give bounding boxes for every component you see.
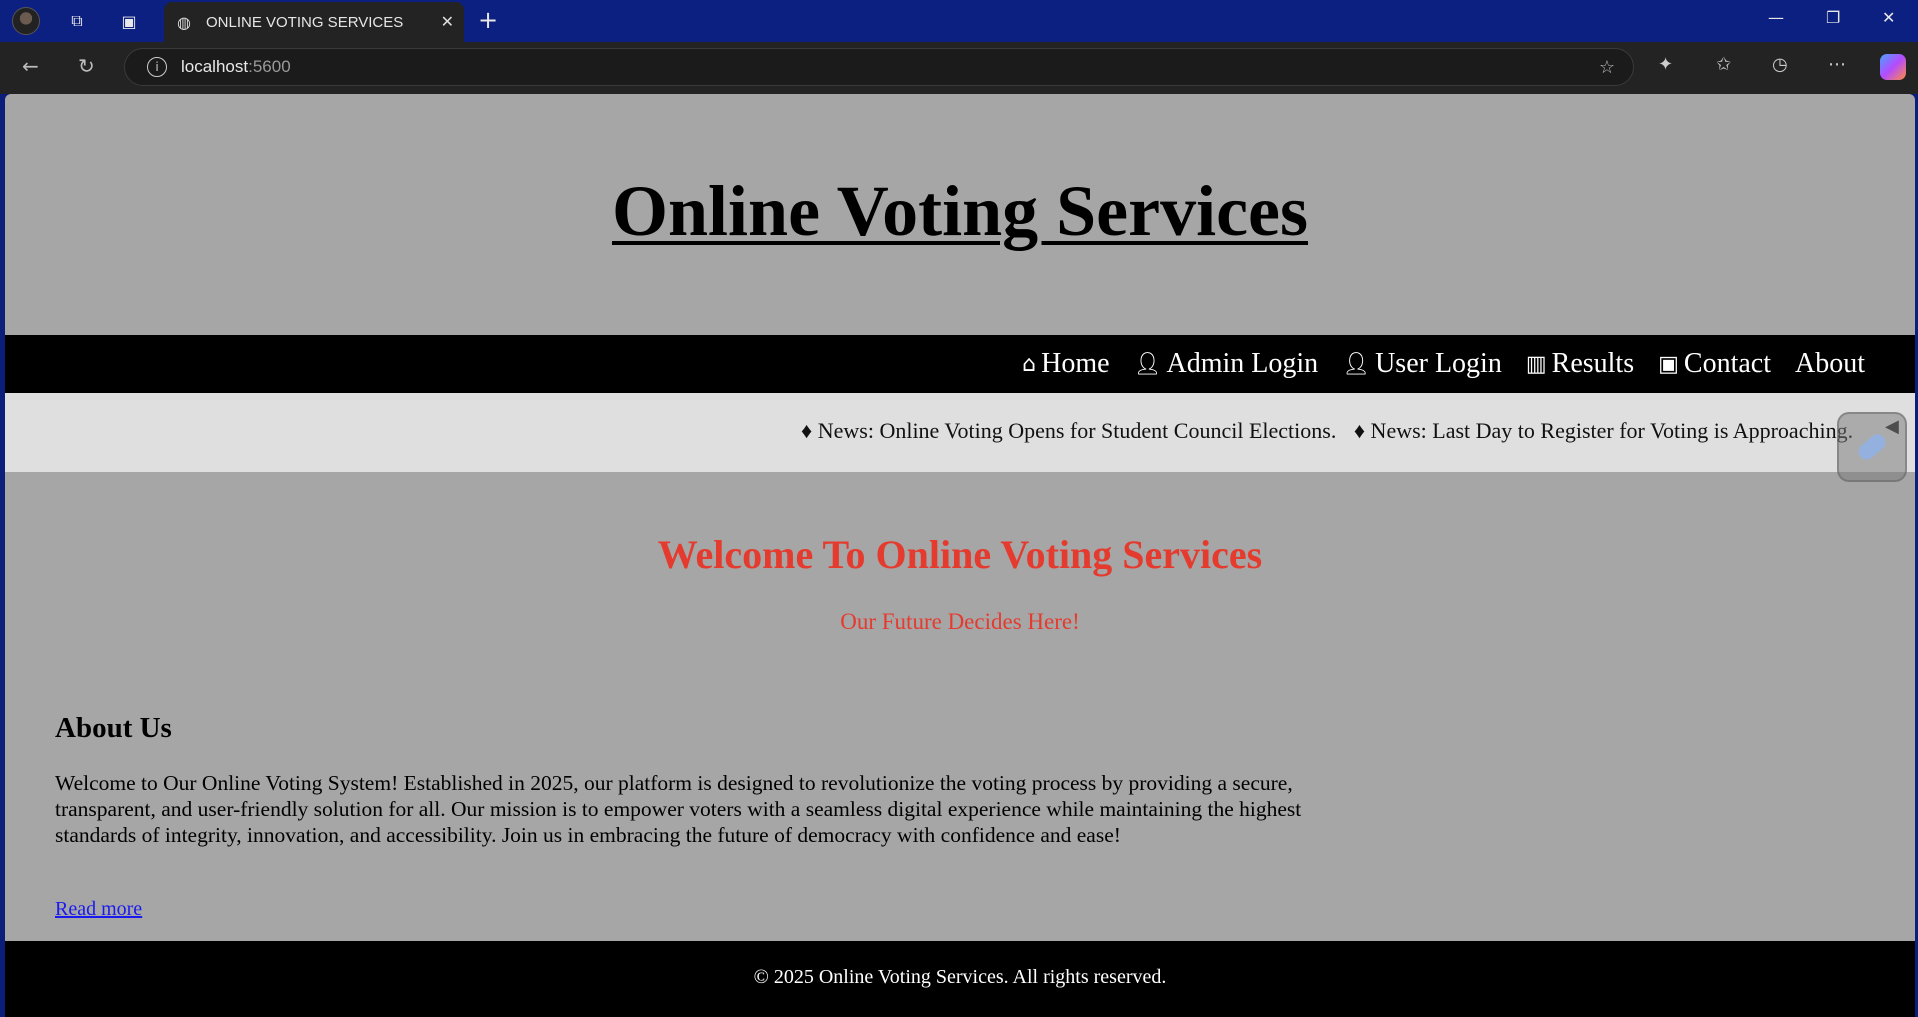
- new-tab-icon[interactable]: +: [478, 6, 498, 34]
- welcome-heading: Welcome To Online Voting Services: [657, 532, 1263, 577]
- pencil-icon: [1855, 431, 1889, 463]
- copilot-icon[interactable]: [1880, 54, 1906, 80]
- nav-admin-login[interactable]: 👤︎ Admin Login: [1134, 348, 1319, 380]
- tagline: Our Future Decides Here!: [840, 609, 1080, 634]
- extensions-icon[interactable]: ✦: [1658, 54, 1673, 75]
- browser-titlebar: ⧉ ▣ ◍ ONLINE VOTING SERVICES ✕ + — ❐ ✕: [0, 0, 1918, 42]
- contact-card-icon: ▣: [1658, 351, 1679, 377]
- more-menu-icon[interactable]: ⋯: [1828, 54, 1846, 75]
- nav-admin-login-label: Admin Login: [1166, 348, 1319, 379]
- nav-about-label: About: [1795, 348, 1865, 379]
- nav-user-login[interactable]: 👤︎ User Login: [1342, 348, 1502, 380]
- url-port: :5600: [248, 57, 291, 76]
- news-item: ♦ News: Online Voting Opens for Student …: [801, 418, 1337, 443]
- nav-contact-label: Contact: [1683, 348, 1771, 379]
- profile-avatar[interactable]: [12, 7, 40, 35]
- news-track: ♦ News: Online Voting Opens for Student …: [801, 418, 1865, 444]
- address-toolbar: ← ↻ i localhost:5600 ☆ ✦ ✩ ◷ ⋯: [0, 42, 1918, 94]
- nav-home-label: Home: [1041, 348, 1110, 379]
- nav-user-login-label: User Login: [1375, 348, 1502, 379]
- nav-results-label: Results: [1551, 348, 1635, 379]
- about-text: Welcome to Our Online Voting System! Est…: [55, 771, 1302, 847]
- site-header: Online Voting Services: [5, 94, 1915, 335]
- floating-edit-widget[interactable]: [1837, 412, 1907, 482]
- nav-home[interactable]: ⌂ Home: [1022, 348, 1109, 380]
- nav-contact[interactable]: ▣ Contact: [1658, 348, 1771, 380]
- minimize-icon[interactable]: —: [1768, 8, 1784, 27]
- tab-title: ONLINE VOTING SERVICES: [206, 13, 404, 31]
- refresh-icon[interactable]: ↻: [78, 54, 95, 78]
- favorite-star-icon[interactable]: ☆: [1599, 57, 1615, 78]
- url-host: localhost: [181, 57, 249, 76]
- browser-tab[interactable]: ◍ ONLINE VOTING SERVICES ✕: [164, 2, 464, 42]
- favorites-icon[interactable]: ✩: [1716, 54, 1731, 75]
- bar-chart-icon: ▥: [1525, 351, 1547, 377]
- close-tab-icon[interactable]: ✕: [441, 12, 454, 31]
- nav-results[interactable]: ▥ Results: [1526, 348, 1634, 380]
- main-nav: ⌂ Home 👤︎ Admin Login 👤︎ User Login ▥ Re…: [5, 335, 1915, 393]
- site-footer: © 2025 Online Voting Services. All right…: [5, 941, 1915, 1017]
- read-more-link[interactable]: Read more: [55, 898, 142, 921]
- workspaces-icon[interactable]: ⧉: [64, 9, 90, 33]
- close-window-icon[interactable]: ✕: [1882, 8, 1895, 27]
- news-ticker: ♦ News: Online Voting Opens for Student …: [5, 393, 1915, 472]
- home-icon: ⌂: [1022, 351, 1037, 377]
- footer-text: © 2025 Online Voting Services. All right…: [753, 965, 1167, 988]
- site-info-icon[interactable]: i: [147, 57, 167, 77]
- news-item: ♦ News: Last Day to Register for Voting …: [1353, 418, 1854, 443]
- history-icon[interactable]: ◷: [1772, 54, 1788, 75]
- user-icon: 👤︎: [1133, 351, 1162, 377]
- address-bar[interactable]: i localhost:5600 ☆: [124, 48, 1634, 86]
- user-icon: 👤︎: [1342, 351, 1371, 377]
- nav-about[interactable]: About: [1795, 348, 1865, 380]
- page-viewport: Online Voting Services ⌂ Home 👤︎ Admin L…: [5, 94, 1915, 1017]
- about-title: About Us: [55, 712, 172, 744]
- restore-icon[interactable]: ❐: [1826, 8, 1840, 27]
- site-title: Online Voting Services: [611, 171, 1309, 251]
- back-icon[interactable]: ←: [22, 54, 39, 78]
- globe-icon: ◍: [177, 12, 191, 32]
- tab-actions-icon[interactable]: ▣: [116, 9, 142, 33]
